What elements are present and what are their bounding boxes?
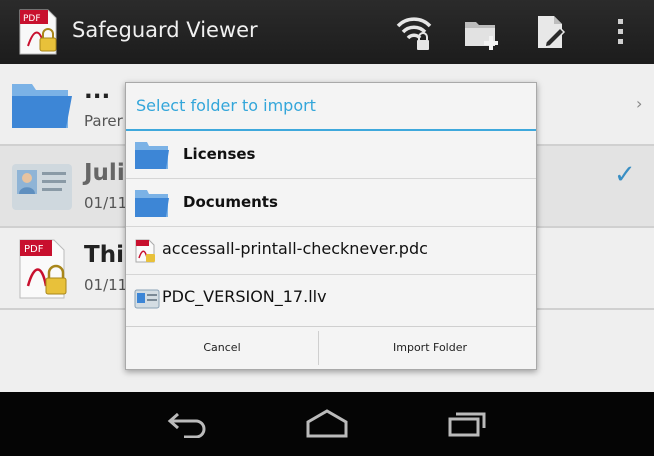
- navigation-bar: [0, 392, 654, 456]
- recent-apps-icon[interactable]: [444, 408, 490, 438]
- folder-label: Documents: [183, 193, 278, 211]
- file-item-pdc[interactable]: accessall-printall-checknever.pdc: [126, 227, 536, 275]
- file-label: PDC_VERSION_17.llv: [162, 287, 327, 306]
- file-item-llv[interactable]: PDC_VERSION_17.llv: [126, 275, 536, 323]
- folder-item-licenses[interactable]: Licenses: [126, 131, 536, 179]
- back-icon[interactable]: [166, 408, 210, 438]
- select-folder-dialog: Select folder to import Licenses Documen…: [125, 82, 537, 370]
- dialog-title: Select folder to import: [136, 96, 316, 115]
- folder-icon: [135, 142, 169, 169]
- license-card-icon: [134, 289, 160, 309]
- home-icon[interactable]: [304, 408, 350, 438]
- import-folder-button[interactable]: Import Folder: [334, 327, 526, 369]
- folder-item-documents[interactable]: Documents: [126, 179, 536, 227]
- folder-icon: [135, 190, 169, 217]
- file-label: accessall-printall-checknever.pdc: [162, 239, 428, 258]
- pdf-lock-icon: [135, 239, 155, 263]
- cancel-button[interactable]: Cancel: [126, 327, 318, 369]
- folder-label: Licenses: [183, 145, 256, 163]
